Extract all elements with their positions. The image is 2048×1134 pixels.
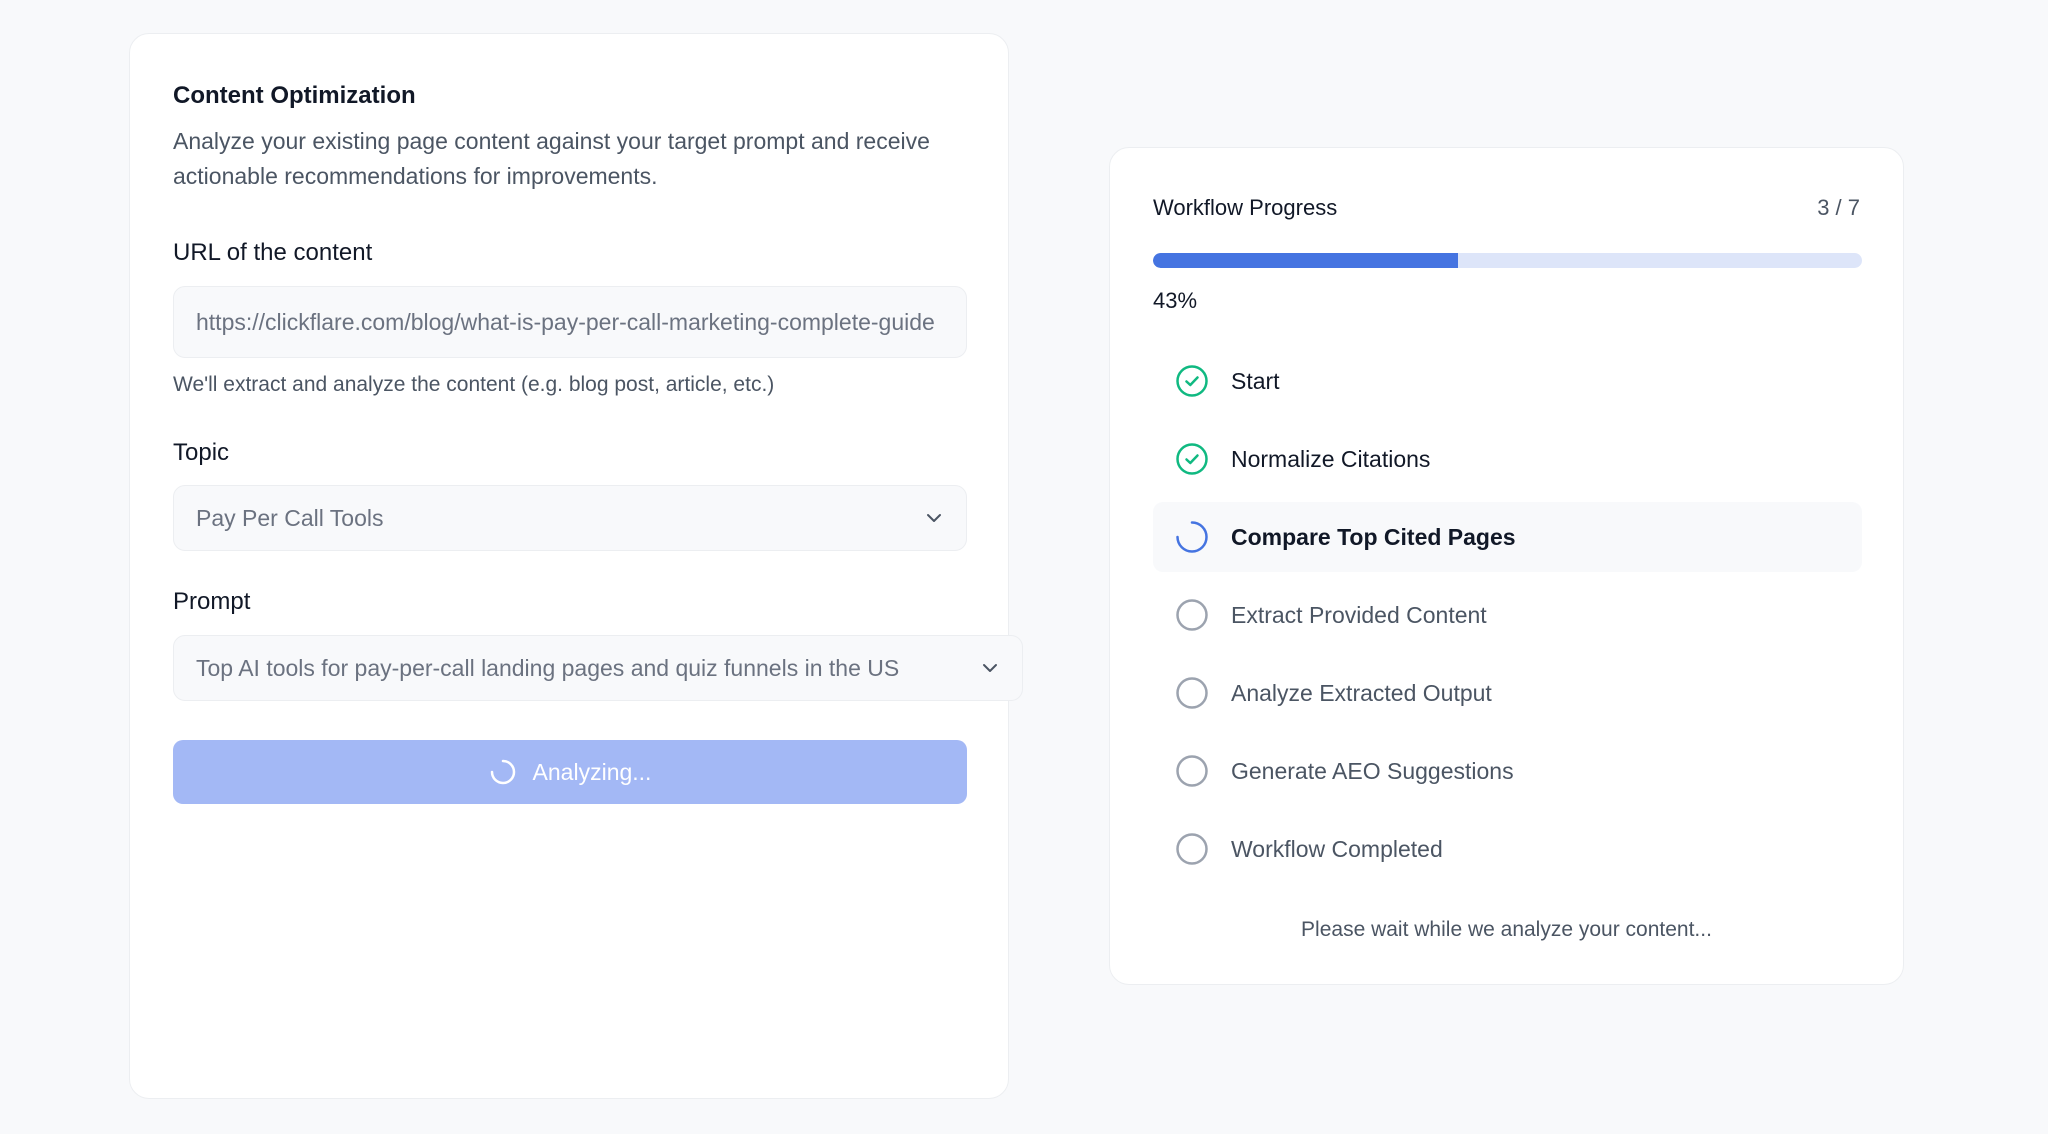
progress-bar [1153,253,1862,268]
workflow-step: Start [1153,346,1862,416]
content-optimization-card: Content Optimization Analyze your existi… [129,33,1023,1099]
empty-circle-icon [1175,754,1209,788]
empty-circle-icon [1175,832,1209,866]
loading-spinner-icon [1175,520,1209,554]
workflow-step: Workflow Completed [1153,814,1862,884]
url-hint: We'll extract and analyze the content (e… [173,373,775,396]
page-description: Analyze your existing page content again… [173,128,930,189]
workflow-step: Analyze Extracted Output [1153,658,1862,728]
progress-count: 3 / 7 [1817,195,1860,220]
analyze-button[interactable]: Analyzing... [173,740,967,804]
url-input-wrapper[interactable] [173,286,967,358]
workflow-progress-card: Workflow Progress 3 / 7 43% Start Normali… [1109,147,1904,985]
workflow-step-label: Extract Provided Content [1231,601,1487,628]
chevron-down-icon [924,508,944,528]
workflow-step: Normalize Citations [1153,424,1862,494]
workflow-step-label: Analyze Extracted Output [1231,679,1492,706]
url-label: URL of the content [173,239,373,266]
chevron-down-icon [980,658,1000,678]
url-input[interactable] [196,308,944,336]
analyze-button-label: Analyzing... [532,758,652,785]
topic-select[interactable]: Pay Per Call Tools [173,485,967,551]
topic-value: Pay Per Call Tools [196,504,384,531]
progress-bar-fill [1153,253,1458,268]
workflow-steps-list: Start Normalize Citations Compare Top Cite… [1153,346,1862,892]
prompt-value: Top AI tools for pay-per-call landing pa… [196,654,900,681]
loading-spinner-icon [489,758,517,786]
wait-message: Please wait while we analyze your conten… [1301,918,1712,941]
empty-circle-icon [1175,598,1209,632]
progress-percent: 43% [1153,288,1198,313]
workflow-step-label: Start [1231,367,1280,394]
workflow-step-label: Workflow Completed [1231,835,1443,862]
workflow-step-label: Compare Top Cited Pages [1231,523,1516,550]
prompt-select[interactable]: Top AI tools for pay-per-call landing pa… [173,635,1023,701]
progress-title: Workflow Progress [1153,195,1338,220]
check-circle-icon [1175,364,1209,398]
prompt-label: Prompt [173,588,251,615]
workflow-step-label: Normalize Citations [1231,445,1431,472]
workflow-step-label: Generate AEO Suggestions [1231,757,1514,784]
empty-circle-icon [1175,676,1209,710]
workflow-step: Extract Provided Content [1153,580,1862,650]
check-circle-icon [1175,442,1209,476]
workflow-step: Compare Top Cited Pages [1153,502,1862,572]
topic-label: Topic [173,439,230,466]
workflow-step: Generate AEO Suggestions [1153,736,1862,806]
page-title: Content Optimization [173,82,416,109]
